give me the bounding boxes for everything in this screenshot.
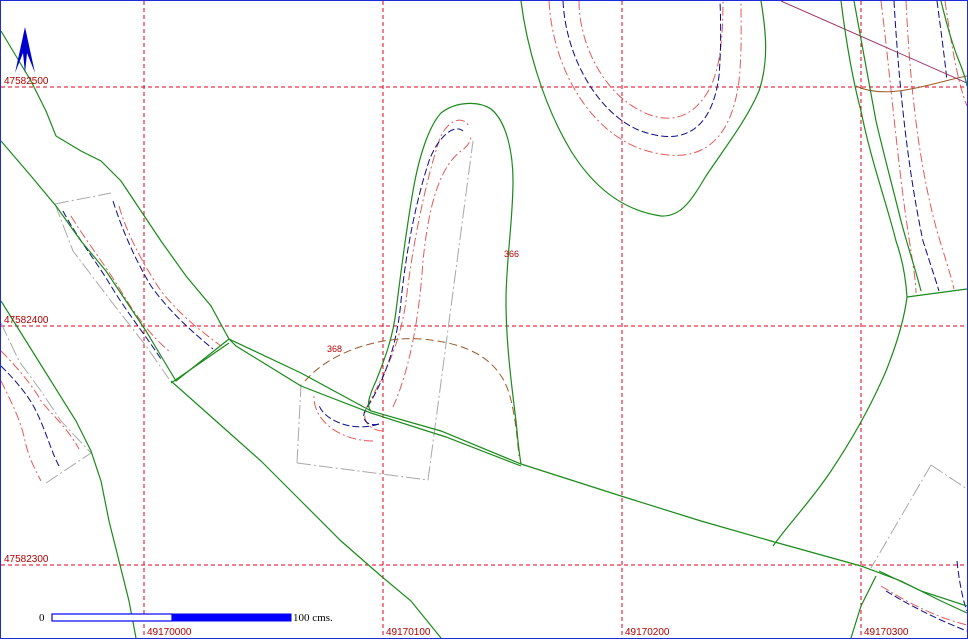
- contour-line: [905, 0, 955, 290]
- contour-line: [893, 0, 940, 292]
- contour-label-366: 366: [504, 249, 519, 259]
- scale-bar[interactable]: 0 100 cms.: [39, 612, 333, 624]
- contours-red: [0, 0, 968, 626]
- scale-bar-filled-segment: [171, 613, 292, 622]
- map-svg: 47582500 47582400 47582300 49170000 49170100…: [0, 0, 968, 639]
- parcel-outline: [930, 464, 968, 490]
- parcel-outline: [296, 383, 302, 464]
- road-line: [0, 30, 968, 614]
- contour-line: [364, 119, 470, 432]
- contour-arc-368: [304, 338, 520, 457]
- grid-label-easting: 49170300: [864, 627, 909, 638]
- brown-line: [855, 75, 968, 93]
- contour-line: [936, 0, 948, 82]
- contour-line: [578, 0, 724, 119]
- scale-end-label: 100 cms.: [293, 612, 333, 624]
- grid-label-northing: 47582400: [4, 315, 49, 326]
- coordinate-grid: [1, 1, 967, 638]
- contour-line: [562, 0, 722, 137]
- contour-line: [62, 210, 162, 360]
- road-line: [170, 342, 230, 384]
- brown-features: [304, 0, 968, 457]
- parcel-outline: [54, 203, 170, 380]
- grid-labels: 47582500 47582400 47582300 49170000 49170100…: [4, 76, 909, 638]
- scale-start-label: 0: [39, 612, 45, 624]
- map-canvas[interactable]: 47582500 47582400 47582300 49170000 49170100…: [0, 0, 968, 639]
- grid-label-easting: 49170000: [147, 627, 192, 638]
- parcel-outline: [54, 192, 112, 205]
- north-arrow-icon: [15, 27, 35, 73]
- road-line: [520, 0, 767, 217]
- grid-label-easting: 49170100: [386, 627, 431, 638]
- scale-bar-empty-segment: [51, 613, 173, 622]
- grid-label-northing: 47582500: [4, 76, 49, 87]
- road-line: [853, 0, 922, 292]
- parcel-outlines: [0, 140, 968, 569]
- contour-line: [70, 215, 170, 352]
- contour-line: [0, 350, 80, 450]
- contour-line: [363, 128, 464, 426]
- contour-line: [112, 200, 214, 350]
- contour-line: [0, 380, 42, 482]
- road-line: [0, 300, 137, 639]
- grid-label-easting: 49170200: [625, 627, 670, 638]
- road-line: [0, 140, 230, 382]
- contour-line: [118, 205, 222, 347]
- road-line: [228, 338, 522, 467]
- contours-blue: [0, 0, 968, 632]
- road-line: [367, 102, 522, 465]
- parcel-outline: [45, 452, 92, 484]
- road-line: [878, 570, 968, 607]
- contour-label-368: 368: [327, 344, 342, 354]
- parcel-outline: [296, 140, 474, 481]
- road-lines: [0, 0, 968, 639]
- road-line: [772, 0, 908, 547]
- grid-label-northing: 47582300: [4, 554, 49, 565]
- contour-line: [318, 404, 380, 428]
- parcel-outline: [870, 464, 932, 569]
